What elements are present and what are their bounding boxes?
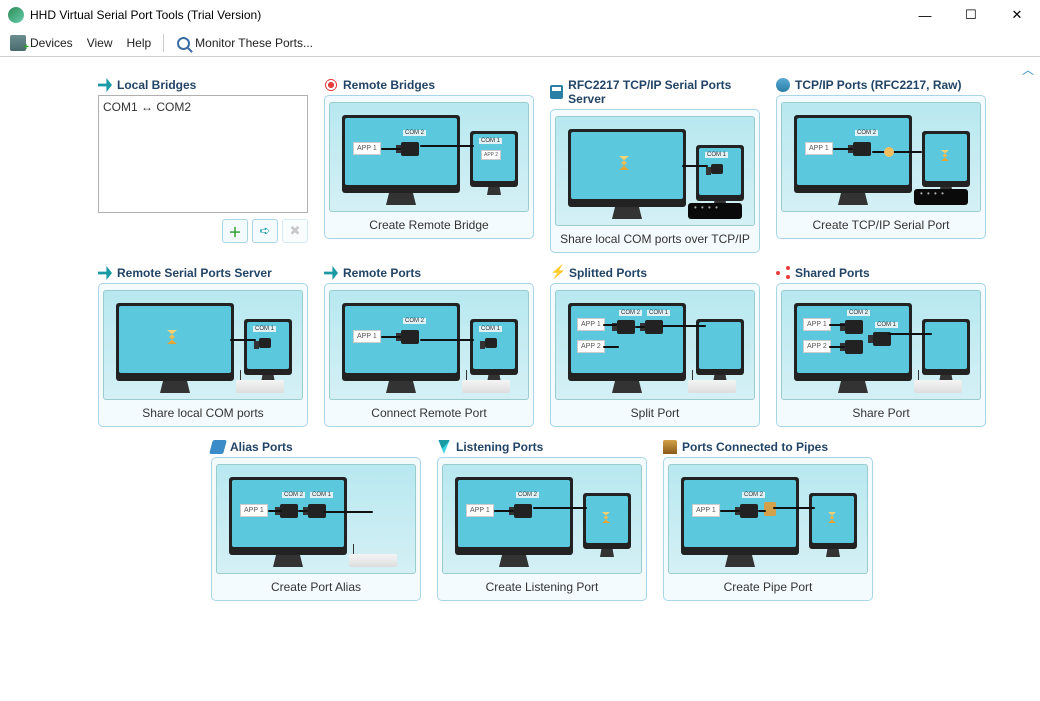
section-title: Remote Bridges [343,78,435,92]
scroll-up-icon[interactable]: ︿ [1022,61,1034,78]
section-title: Remote Ports [343,266,421,280]
forward-bridge-button[interactable]: ➪ [252,219,278,243]
caption[interactable]: Create Remote Bridge [369,218,488,232]
caption[interactable]: Connect Remote Port [371,406,486,420]
bridge-icon [98,78,112,92]
separator [163,34,164,52]
titlebar: HHD Virtual Serial Port Tools (Trial Ver… [0,0,1040,30]
card-splitted-ports[interactable]: APP 1 APP 2 COM 2 COM 1 [550,283,760,427]
server-icon [550,85,563,99]
card-listening-ports[interactable]: APP 1 COM 2 Create Listening Port [437,457,647,601]
card-shared-ports[interactable]: APP 1 APP 2 COM 2 COM 1 [776,283,986,427]
section-local-bridges: Local Bridges COM1 ↔ COM2 ＋ ➪ ✖ [98,75,308,253]
card-remote-server[interactable]: COM 1 Share local COM ports [98,283,308,427]
magnify-icon [177,37,190,50]
devices-menu[interactable]: Devices [4,33,79,53]
caption[interactable]: Create Pipe Port [724,580,813,594]
link-icon [324,266,338,280]
caption[interactable]: Share local COM ports [142,406,263,420]
section-tcpip-ports: TCP/IP Ports (RFC2217, Raw) APP 1 COM 2 [776,75,986,253]
split-icon [550,266,564,280]
bridge-entry[interactable]: COM1 ↔ COM2 [103,100,303,114]
section-title: TCP/IP Ports (RFC2217, Raw) [795,78,962,92]
section-title: Local Bridges [117,78,196,92]
caption[interactable]: Split Port [631,406,680,420]
caption[interactable]: Share local COM ports over TCP/IP [560,232,750,246]
view-menu[interactable]: View [81,34,119,52]
card-rfc-server[interactable]: COM 1 Share local COM ports over TCP/IP [550,109,760,253]
remote-icon [324,78,338,92]
section-pipe-ports: Ports Connected to Pipes APP 1 COM 2 [663,437,873,601]
toolbar: Devices View Help Monitor These Ports... [0,30,1040,57]
section-title: RFC2217 TCP/IP Serial Ports Server [568,78,760,106]
app-icon [8,7,24,23]
card-remote-bridges[interactable]: APP 1 COM 2 APP 2 COM 1 Create Remote Br… [324,95,534,239]
share-icon [776,266,790,280]
section-title: Shared Ports [795,266,870,280]
devices-icon [10,35,26,51]
minimize-button[interactable]: — [902,0,948,30]
section-title: Ports Connected to Pipes [682,440,828,454]
window-title: HHD Virtual Serial Port Tools (Trial Ver… [30,8,261,22]
card-pipe-ports[interactable]: APP 1 COM 2 Create Pipe Port [663,457,873,601]
monitor-ports-button[interactable]: Monitor These Ports... [170,34,319,53]
link-icon [98,266,112,280]
listen-icon [437,440,451,454]
section-remote-server: Remote Serial Ports Server COM 1 Shar [98,263,308,427]
workspace: ︿ Local Bridges COM1 ↔ COM2 ＋ ➪ ✖ Remote… [0,57,1040,701]
section-title: Listening Ports [456,440,543,454]
card-alias-ports[interactable]: APP 1 COM 2 COM 1 Create Port Alias [211,457,421,601]
section-rfc-server: RFC2217 TCP/IP Serial Ports Server COM 1 [550,75,760,253]
close-button[interactable]: ✕ [994,0,1040,30]
alias-icon [209,440,227,454]
section-title: Splitted Ports [569,266,647,280]
pipe-icon [663,440,677,454]
section-remote-ports: Remote Ports APP 1 COM 2 COM 1 [324,263,534,427]
section-title: Alias Ports [230,440,293,454]
caption[interactable]: Create Port Alias [271,580,361,594]
add-bridge-button[interactable]: ＋ [222,219,248,243]
section-splitted-ports: Splitted Ports APP 1 APP 2 COM 2 COM 1 [550,263,760,427]
tcp-icon [776,78,790,92]
section-title: Remote Serial Ports Server [117,266,272,280]
help-menu[interactable]: Help [120,34,157,52]
caption[interactable]: Create TCP/IP Serial Port [813,218,950,232]
local-bridges-list[interactable]: COM1 ↔ COM2 [98,95,308,213]
section-listening-ports: Listening Ports APP 1 COM 2 [437,437,647,601]
caption[interactable]: Create Listening Port [486,580,599,594]
caption[interactable]: Share Port [852,406,909,420]
section-shared-ports: Shared Ports APP 1 APP 2 COM 2 COM 1 [776,263,986,427]
maximize-button[interactable]: ☐ [948,0,994,30]
delete-bridge-button[interactable]: ✖ [282,219,308,243]
section-alias-ports: Alias Ports APP 1 COM 2 COM 1 [211,437,421,601]
card-remote-ports[interactable]: APP 1 COM 2 COM 1 Connect Remote Port [324,283,534,427]
section-remote-bridges: Remote Bridges APP 1 COM 2 APP 2 COM 1 [324,75,534,253]
card-tcpip-ports[interactable]: APP 1 COM 2 Create TCP/IP Serial Port [776,95,986,239]
